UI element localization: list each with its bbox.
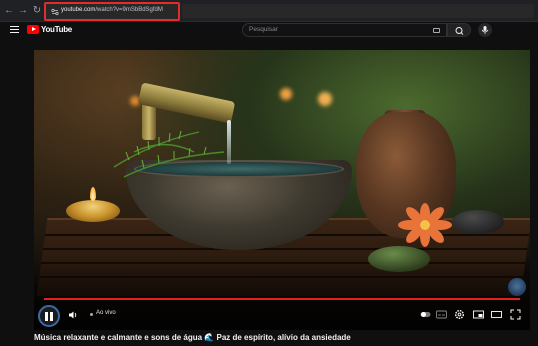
menu-icon[interactable]	[10, 26, 19, 35]
subtitles-icon[interactable]	[436, 309, 447, 320]
progress-bar[interactable]	[44, 298, 520, 300]
microphone-icon	[481, 26, 489, 34]
url-text: youtube.com/watch?v=9mSbBdSgfdM	[61, 7, 163, 13]
orange-flower	[398, 203, 452, 247]
url-host: youtube.com	[61, 7, 96, 13]
dark-stone	[452, 210, 504, 234]
pause-icon	[45, 312, 48, 321]
search-placeholder: Pesquisar	[249, 26, 278, 33]
address-bar[interactable]: youtube.com/watch?v=9mSbBdSgfdM	[44, 2, 180, 21]
fern-leaves	[113, 130, 225, 178]
pause-button[interactable]	[38, 305, 60, 327]
pause-icon-bar	[50, 312, 53, 321]
settings-icon[interactable]	[454, 309, 465, 320]
theater-icon[interactable]	[491, 309, 502, 320]
volume-icon[interactable]	[68, 310, 78, 320]
candle	[66, 200, 120, 222]
live-indicator-dot	[90, 313, 93, 316]
reload-icon[interactable]: ↻	[31, 4, 43, 16]
search-icon	[455, 27, 464, 35]
search-input[interactable]: Pesquisar	[242, 23, 447, 37]
toolbar-strip	[182, 4, 534, 18]
url-path: /watch?v=9mSbBdSgfdM	[95, 7, 163, 13]
site-info-icon[interactable]	[51, 8, 59, 16]
back-arrow-icon[interactable]: ←	[3, 4, 15, 16]
voice-search-button[interactable]	[478, 23, 492, 37]
search-button[interactable]	[447, 23, 471, 37]
autoplay-toggle-icon[interactable]	[420, 309, 431, 320]
video-player[interactable]: Ao vivo	[34, 50, 530, 330]
video-title: Música relaxante e calmante e sons de ág…	[34, 333, 351, 342]
youtube-wordmark[interactable]: YouTube	[41, 25, 72, 34]
bokeh-light	[280, 88, 292, 100]
forward-arrow-icon[interactable]: →	[17, 4, 29, 16]
live-label[interactable]: Ao vivo	[96, 310, 116, 316]
browser-toolbar: ← → ↻ youtube.com/watch?v=9mSbBdSgfdM	[0, 0, 538, 22]
miniplayer-icon[interactable]	[473, 309, 484, 320]
candle-flame	[90, 187, 96, 201]
keyboard-icon[interactable]	[433, 28, 440, 33]
bokeh-light	[318, 92, 332, 106]
youtube-logo-icon[interactable]	[27, 25, 39, 34]
fullscreen-icon[interactable]	[510, 309, 521, 320]
